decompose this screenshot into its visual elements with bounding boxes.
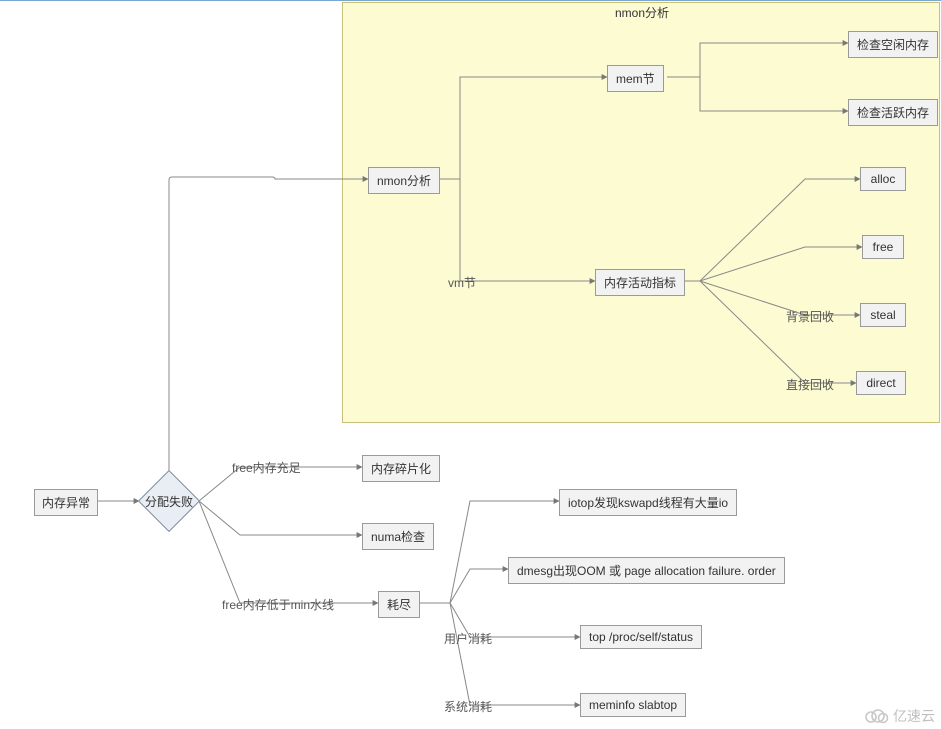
node-numa[interactable]: numa检查: [362, 523, 434, 550]
edge-label-free-low: free内存低于min水线: [222, 596, 334, 613]
node-steal[interactable]: steal: [860, 303, 906, 327]
node-nmon[interactable]: nmon分析: [368, 167, 440, 194]
node-check-idle[interactable]: 检查空闲内存: [848, 31, 938, 58]
edge-label-free-enough: free内存充足: [232, 459, 301, 476]
node-mem[interactable]: mem节: [607, 65, 664, 92]
node-fragmentation[interactable]: 内存碎片化: [362, 455, 440, 482]
edge-label-direct: 直接回收: [786, 376, 834, 393]
edge-label-user-consume: 用户消耗: [444, 630, 492, 647]
watermark: 亿速云: [863, 706, 935, 726]
node-exhausted[interactable]: 耗尽: [378, 591, 420, 618]
node-mem-activity[interactable]: 内存活动指标: [595, 269, 685, 296]
node-dmesg[interactable]: dmesg出现OOM 或 page allocation failure. or…: [508, 557, 785, 584]
watermark-text: 亿速云: [893, 706, 935, 726]
node-free[interactable]: free: [862, 235, 904, 259]
group-title: nmon分析: [615, 4, 669, 21]
node-root[interactable]: 内存异常: [34, 489, 98, 516]
node-alloc[interactable]: alloc: [860, 167, 906, 191]
cloud-icon: [863, 708, 889, 724]
diagram-canvas: nmon分析: [0, 0, 941, 729]
edge-label-vm: vm节: [448, 274, 476, 291]
node-decision[interactable]: 分配失败: [139, 471, 199, 531]
node-direct[interactable]: direct: [856, 371, 906, 395]
edge-label-system-consume: 系统消耗: [444, 698, 492, 715]
node-top[interactable]: top /proc/self/status: [580, 625, 702, 649]
node-check-active[interactable]: 检查活跃内存: [848, 99, 938, 126]
node-iotop[interactable]: iotop发现kswapd线程有大量io: [559, 489, 737, 516]
node-meminfo[interactable]: meminfo slabtop: [580, 693, 686, 717]
edge-label-steal: 背景回收: [786, 308, 834, 325]
decision-label: 分配失败: [145, 493, 193, 510]
